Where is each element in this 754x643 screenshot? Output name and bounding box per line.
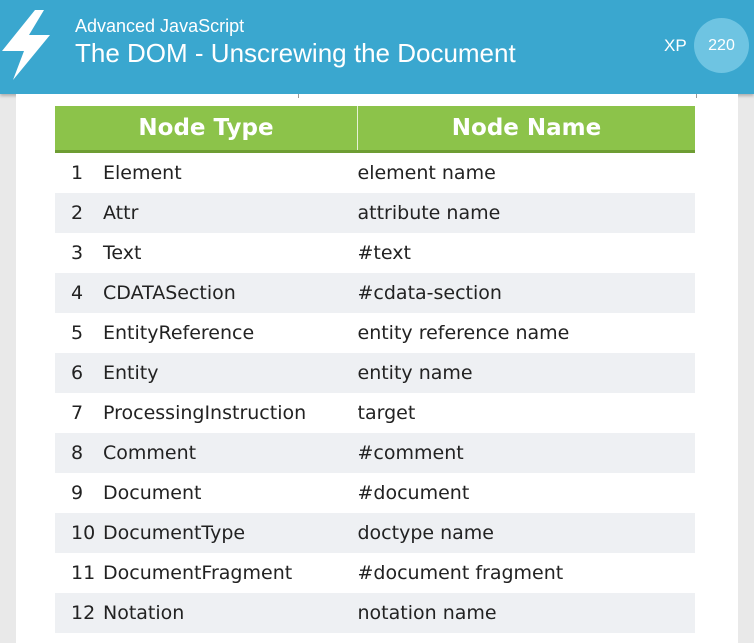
table-row: 9 Document #document xyxy=(55,473,695,513)
node-type-number: 11 xyxy=(71,562,96,584)
table-row: 5 EntityReference entity reference name xyxy=(55,313,695,353)
table-row: 1 Element element name xyxy=(55,151,695,193)
table-row: 6 Entity entity name xyxy=(55,353,695,393)
divider xyxy=(696,94,697,98)
node-type-cell: 7 ProcessingInstruction xyxy=(55,393,358,433)
table-row: 4 CDATASection #cdata-section xyxy=(55,273,695,313)
node-name-cell: element name xyxy=(357,151,695,193)
node-type-number: 5 xyxy=(71,322,84,344)
table-row: 8 Comment #comment xyxy=(55,433,695,473)
node-name-cell: #document xyxy=(357,473,695,513)
node-type-cell: 2 Attr xyxy=(55,193,358,233)
node-type-name: Comment xyxy=(103,442,197,464)
node-type-name: Entity xyxy=(103,362,159,384)
node-name-cell: attribute name xyxy=(357,193,695,233)
node-name-cell: #comment xyxy=(357,433,695,473)
node-type-name: EntityReference xyxy=(103,322,255,344)
xp-badge[interactable]: 220 xyxy=(694,18,749,73)
node-type-cell: 5 EntityReference xyxy=(55,313,358,353)
divider xyxy=(298,94,299,98)
table-row: 7 ProcessingInstruction target xyxy=(55,393,695,433)
app-header: Advanced JavaScript The DOM - Unscrewing… xyxy=(0,0,754,94)
table-row: 10 DocumentType doctype name xyxy=(55,513,695,553)
table-row: 12 Notation notation name xyxy=(55,593,695,633)
node-type-number: 3 xyxy=(71,242,84,264)
node-name-cell: entity reference name xyxy=(357,313,695,353)
node-type-cell: 1 Element xyxy=(55,151,358,193)
node-type-name: Element xyxy=(103,162,182,184)
node-type-name: DocumentFragment xyxy=(103,562,293,584)
node-type-number: 7 xyxy=(71,402,84,424)
node-name-cell: #document fragment xyxy=(357,553,695,593)
node-type-name: ProcessingInstruction xyxy=(103,402,307,424)
node-type-cell: 8 Comment xyxy=(55,433,358,473)
lesson-content: Node Type Node Name 1 Element element name… xyxy=(16,94,738,643)
lesson-title: The DOM - Unscrewing the Document xyxy=(75,38,516,68)
node-name-cell: entity name xyxy=(357,353,695,393)
node-name-cell: notation name xyxy=(357,593,695,633)
column-header-node-type: Node Type xyxy=(55,106,358,153)
course-title: Advanced JavaScript xyxy=(75,16,245,36)
node-type-cell: 9 Document xyxy=(55,473,358,513)
node-type-cell: 6 Entity xyxy=(55,353,358,393)
lightning-bolt-icon xyxy=(2,10,50,80)
node-type-cell: 4 CDATASection xyxy=(55,273,358,313)
node-type-name: Document xyxy=(103,482,202,504)
table-row: 3 Text #text xyxy=(55,233,695,273)
table-row: 2 Attr attribute name xyxy=(55,193,695,233)
node-type-name: Attr xyxy=(103,202,139,224)
node-type-number: 10 xyxy=(71,522,96,544)
node-type-number: 9 xyxy=(71,482,84,504)
node-type-number: 4 xyxy=(71,282,84,304)
node-type-cell: 11 DocumentFragment xyxy=(55,553,358,593)
node-type-number: 6 xyxy=(71,362,84,384)
table-row: 11 DocumentFragment #document fragment xyxy=(55,553,695,593)
node-type-cell: 10 DocumentType xyxy=(55,513,358,553)
node-type-name: Notation xyxy=(103,602,185,624)
node-name-cell: target xyxy=(357,393,695,433)
table-body: 1 Element element name 2 Attr attribute name 3… xyxy=(55,151,695,633)
node-type-name: Text xyxy=(103,242,142,264)
node-type-table: Node Type Node Name 1 Element element name… xyxy=(55,106,695,633)
node-type-name: CDATASection xyxy=(103,282,236,304)
column-header-node-name: Node Name xyxy=(357,106,695,153)
table-header-row: Node Type Node Name xyxy=(55,106,695,153)
node-name-cell: #text xyxy=(357,233,695,273)
node-type-number: 12 xyxy=(71,602,96,624)
node-type-number: 8 xyxy=(71,442,84,464)
node-type-cell: 3 Text xyxy=(55,233,358,273)
node-type-number: 2 xyxy=(71,202,84,224)
node-name-cell: #cdata-section xyxy=(357,273,695,313)
node-type-number: 1 xyxy=(71,162,84,184)
node-type-cell: 12 Notation xyxy=(55,593,358,633)
node-name-cell: doctype name xyxy=(357,513,695,553)
node-type-name: DocumentType xyxy=(103,522,246,544)
xp-label: XP xyxy=(664,36,687,55)
